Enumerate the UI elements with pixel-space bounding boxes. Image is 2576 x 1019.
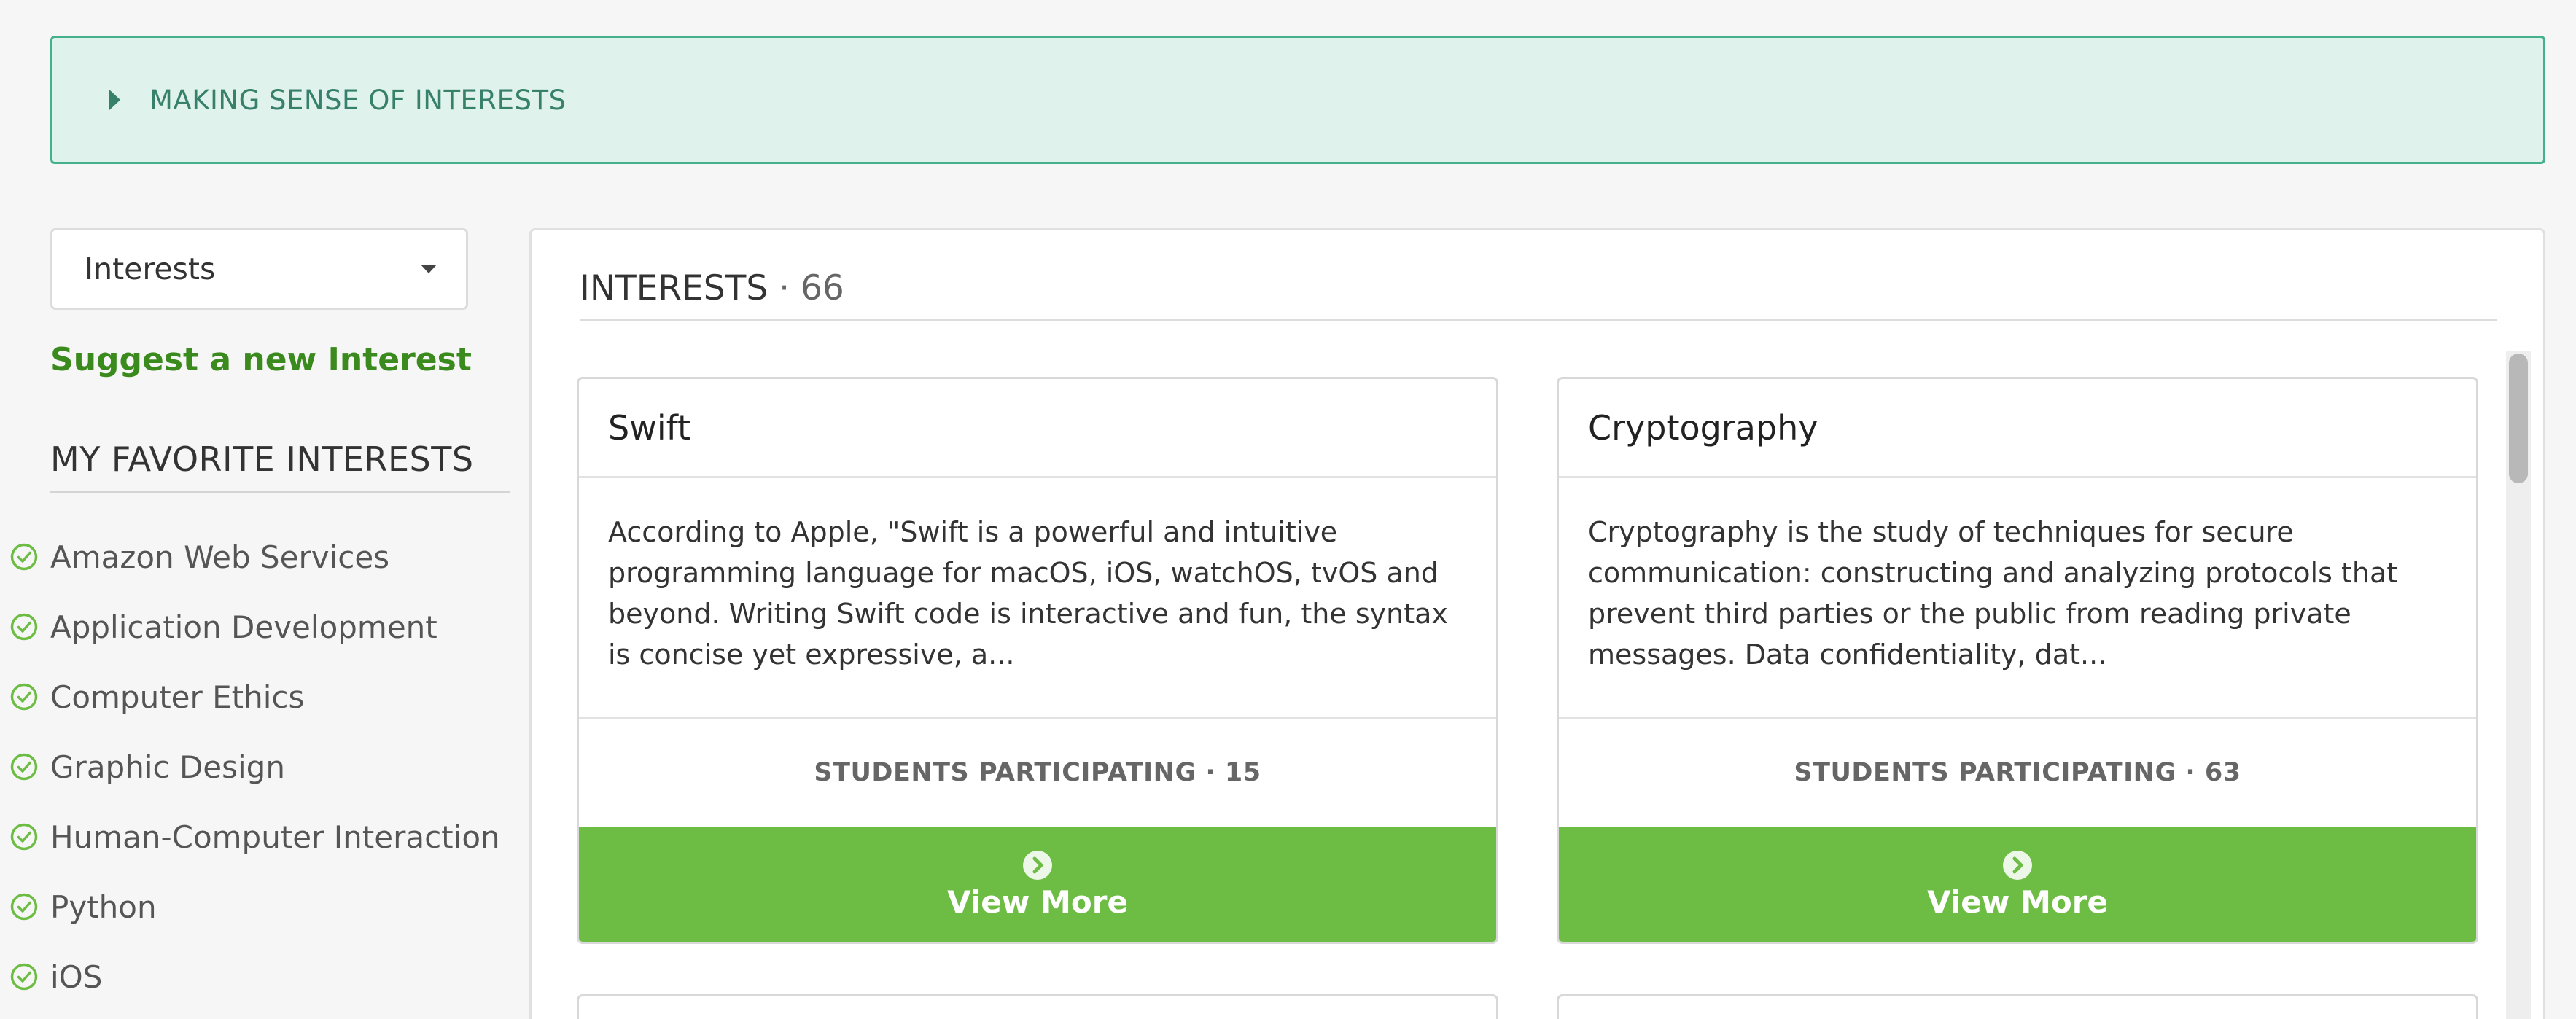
favorite-item-label: Graphic Design [50,749,285,785]
suggest-interest-link[interactable]: Suggest a new Interest [50,341,472,378]
favorite-item-label: Application Development [50,609,437,645]
favorite-item[interactable]: Amazon Web Services [0,522,525,592]
interests-panel: INTERESTS · 66 Swift According to Apple,… [529,228,2545,1019]
interest-count: · 66 [779,268,844,308]
check-circle-icon [10,683,38,711]
panel-header: INTERESTS · 66 [580,268,2497,321]
dropdown-selected-value: Interests [85,251,216,286]
check-circle-icon [10,893,38,921]
interest-card: Cryptography Cryptography is the study o… [1557,377,2478,944]
caret-down-icon [421,265,437,273]
card-title: Swift [579,379,1496,478]
banner-title: MAKING SENSE OF INTERESTS [149,84,567,116]
interest-card-partial [577,994,1498,1019]
students-participating: STUDENTS PARTICIPATING · 63 [1794,758,2241,787]
favorite-item[interactable]: Application Development [0,592,525,662]
check-circle-icon [10,823,38,851]
card-title: Cryptography [1559,379,2476,478]
panel-title: INTERESTS [580,268,768,308]
interests-dropdown[interactable]: Interests [50,228,468,310]
chevron-circle-right-icon [1023,850,1052,880]
panel-scrollbar[interactable] [2506,351,2531,1019]
favorite-item[interactable]: Python [0,872,525,942]
favorite-item[interactable]: Graphic Design [0,732,525,802]
view-more-button[interactable]: View More [1559,827,2476,942]
check-circle-icon [10,543,38,571]
card-description: According to Apple, "Swift is a powerful… [579,478,1496,719]
favorite-item[interactable]: Computer Ethics [0,662,525,732]
students-participating: STUDENTS PARTICIPATING · 15 [814,758,1261,787]
making-sense-banner[interactable]: MAKING SENSE OF INTERESTS [50,36,2545,164]
favorite-item-label: Computer Ethics [50,679,305,715]
favorite-item[interactable]: iOS [0,942,525,1012]
favorites-list: Amazon Web Services Application Developm… [0,522,525,1012]
favorite-item-label: Human-Computer Interaction [50,819,500,855]
favorites-heading: MY FAVORITE INTERESTS [50,440,510,493]
favorite-item-label: Python [50,889,157,925]
check-circle-icon [10,613,38,641]
view-more-label: View More [1927,883,2108,920]
caret-right-icon [109,90,120,110]
check-circle-icon [10,753,38,781]
scrollbar-thumb[interactable] [2509,354,2528,483]
view-more-label: View More [947,883,1128,920]
favorite-item-label: Amazon Web Services [50,539,390,575]
view-more-button[interactable]: View More [579,827,1496,942]
card-description: Cryptography is the study of techniques … [1559,478,2476,719]
favorite-item[interactable]: Human-Computer Interaction [0,802,525,872]
page: MAKING SENSE OF INTERESTS Interests Sugg… [0,0,2576,1019]
favorite-item-label: iOS [50,959,103,995]
check-circle-icon [10,963,38,991]
interest-card: Swift According to Apple, "Swift is a po… [577,377,1498,944]
chevron-circle-right-icon [2003,850,2032,880]
interest-card-partial [1557,994,2478,1019]
